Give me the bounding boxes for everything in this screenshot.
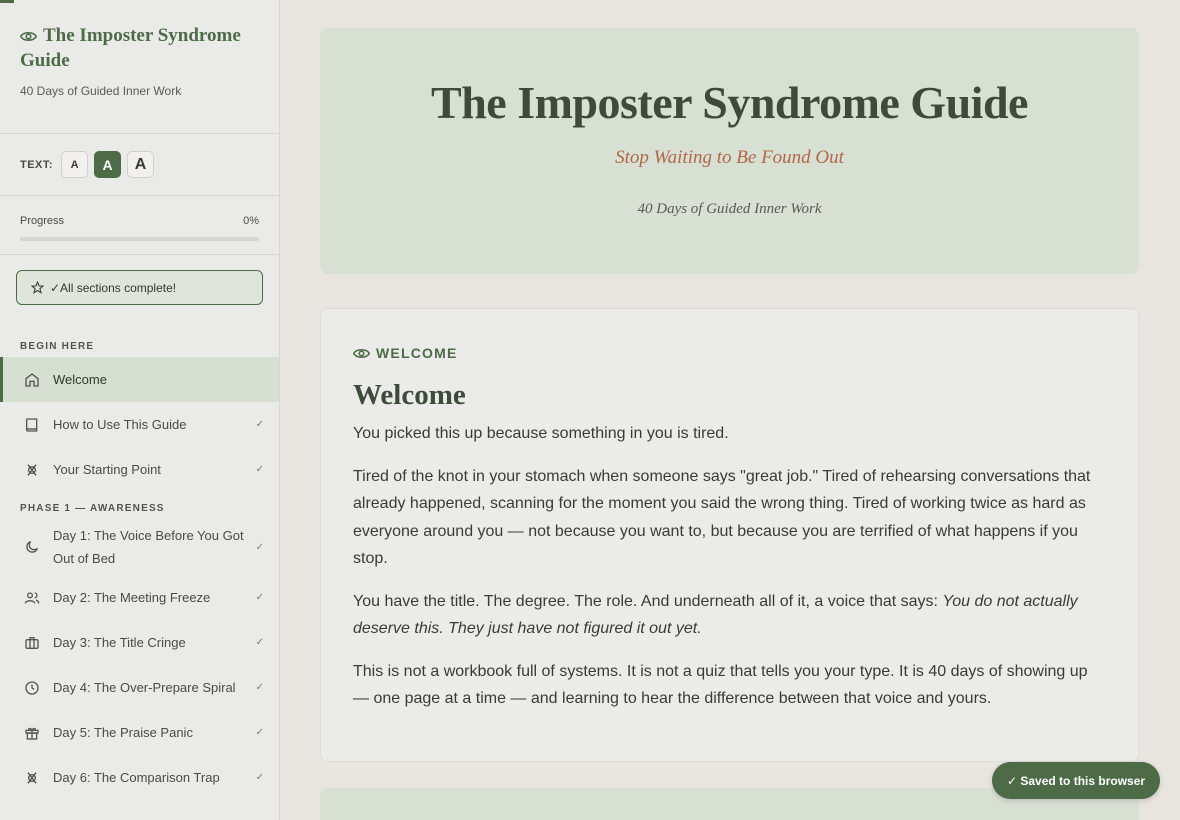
briefcase-icon bbox=[24, 635, 42, 651]
all-complete-label: ✓All sections complete! bbox=[50, 280, 177, 295]
sidebar-subtitle: 40 Days of Guided Inner Work bbox=[20, 84, 182, 98]
progress-section: Progress 0% bbox=[0, 196, 279, 255]
sidebar-item-label: Day 4: The Over-Prepare Spiral bbox=[53, 680, 236, 695]
sidebar-item-label: Day 6: The Comparison Trap bbox=[53, 770, 220, 785]
check-icon: ✓ bbox=[255, 419, 264, 430]
compass-icon bbox=[24, 770, 42, 786]
text-size-small-button[interactable]: A bbox=[61, 151, 89, 178]
users-icon bbox=[24, 590, 42, 606]
book-icon bbox=[24, 417, 42, 433]
sidebar-item-starting-point[interactable]: Your Starting Point ✓ bbox=[0, 447, 279, 492]
sidebar-item-label: Day 3: The Title Cringe bbox=[53, 635, 186, 650]
sidebar-item-day-2[interactable]: Day 2: The Meeting Freeze ✓ bbox=[0, 575, 279, 620]
check-icon: ✓ bbox=[255, 772, 264, 783]
sidebar-title[interactable]: The Imposter Syndrome Guide bbox=[19, 24, 259, 72]
progress-bar bbox=[20, 237, 259, 241]
check-icon: ✓ bbox=[255, 682, 264, 693]
nav-section-phase-1: PHASE 1 — AWARENESS bbox=[20, 503, 165, 514]
sidebar-item-day-6[interactable]: Day 6: The Comparison Trap ✓ bbox=[0, 755, 279, 800]
sidebar-item-label: Day 1: The Voice Before You Got Out of B… bbox=[53, 528, 244, 566]
card-kicker-label: WELCOME bbox=[376, 345, 458, 361]
text-size-medium-button[interactable]: A bbox=[94, 151, 122, 178]
all-complete-button[interactable]: ✓All sections complete! bbox=[16, 270, 263, 305]
card-kicker: WELCOME bbox=[353, 345, 1106, 361]
sidebar-item-day-4[interactable]: Day 4: The Over-Prepare Spiral ✓ bbox=[0, 665, 279, 710]
sidebar-item-day-5[interactable]: Day 5: The Praise Panic ✓ bbox=[0, 710, 279, 755]
sidebar-item-how-to-use[interactable]: How to Use This Guide ✓ bbox=[0, 402, 279, 447]
card-paragraph-1: You picked this up because something in … bbox=[353, 425, 729, 442]
hero-banner: The Imposter Syndrome Guide Stop Waiting… bbox=[320, 28, 1139, 274]
check-icon: ✓ bbox=[255, 541, 264, 553]
sidebar-item-label: How to Use This Guide bbox=[53, 417, 187, 432]
hero-subtitle: Stop Waiting to Be Found Out bbox=[615, 147, 844, 168]
main-content: The Imposter Syndrome Guide Stop Waiting… bbox=[280, 0, 1180, 820]
top-accent-bar bbox=[0, 0, 14, 3]
sidebar-item-label: Welcome bbox=[53, 372, 107, 387]
check-icon: ✓ bbox=[255, 637, 264, 648]
check-icon: ✓ bbox=[255, 464, 264, 475]
moon-icon bbox=[24, 539, 42, 555]
sidebar-title-text: The Imposter Syndrome Guide bbox=[20, 25, 241, 71]
check-icon: ✓ bbox=[255, 727, 264, 738]
card-paragraph-4: This is not a workbook full of systems. … bbox=[353, 662, 1088, 708]
text-size-large-button[interactable]: A bbox=[127, 151, 155, 178]
sidebar: The Imposter Syndrome Guide 40 Days of G… bbox=[0, 0, 280, 820]
sidebar-item-label: Day 2: The Meeting Freeze bbox=[53, 590, 211, 605]
compass-icon bbox=[24, 462, 42, 478]
hero-tagline: 40 Days of Guided Inner Work bbox=[637, 201, 822, 217]
sidebar-item-day-3[interactable]: Day 3: The Title Cringe ✓ bbox=[0, 620, 279, 665]
clock-icon bbox=[24, 680, 42, 696]
eye-icon bbox=[353, 347, 370, 360]
progress-label: Progress bbox=[20, 215, 65, 227]
check-icon: ✓ bbox=[255, 592, 264, 603]
card-paragraph-2: Tired of the knot in your stomach when s… bbox=[353, 467, 1091, 568]
progress-value: 0% bbox=[243, 215, 259, 227]
card-title: Welcome bbox=[353, 379, 466, 411]
saved-toast: ✓ Saved to this browser bbox=[992, 762, 1160, 799]
sidebar-item-label: Day 5: The Praise Panic bbox=[53, 725, 193, 740]
sidebar-item-welcome[interactable]: Welcome bbox=[0, 357, 279, 402]
eye-icon bbox=[19, 26, 38, 49]
home-icon bbox=[24, 372, 42, 388]
sidebar-nav: BEGIN HERE Welcome How to Use This Guide… bbox=[0, 330, 279, 800]
nav-section-begin-here: BEGIN HERE bbox=[20, 341, 95, 352]
hero-title: The Imposter Syndrome Guide bbox=[431, 77, 1028, 128]
star-icon bbox=[31, 281, 44, 294]
text-size-control: TEXT: A A A bbox=[0, 134, 279, 196]
sidebar-item-day-1[interactable]: Day 1: The Voice Before You Got Out of B… bbox=[0, 519, 279, 575]
sidebar-brand: The Imposter Syndrome Guide 40 Days of G… bbox=[0, 0, 279, 134]
card-paragraph-3: You have the title. The degree. The role… bbox=[353, 588, 1106, 643]
card-paragraph-3-plain: You have the title. The degree. The role… bbox=[353, 592, 943, 610]
text-size-label: TEXT: bbox=[20, 158, 54, 171]
sidebar-item-label: Your Starting Point bbox=[53, 462, 161, 477]
welcome-card: WELCOME Welcome You picked this up becau… bbox=[320, 308, 1139, 762]
gift-icon bbox=[24, 725, 42, 741]
